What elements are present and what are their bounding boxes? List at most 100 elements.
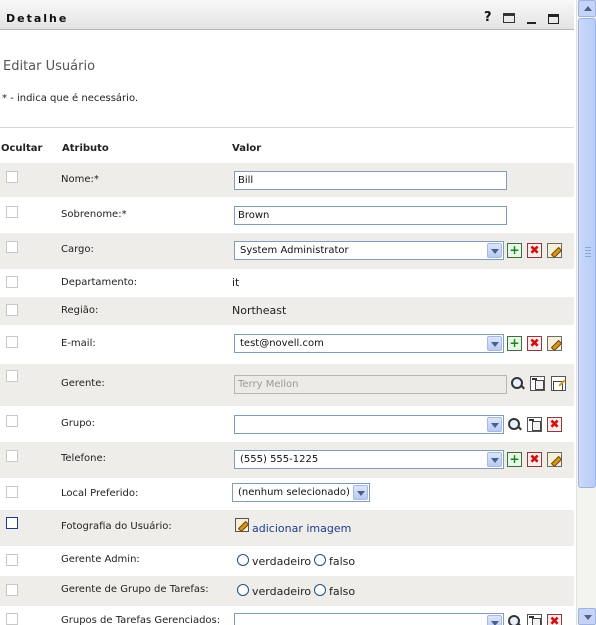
delete-value-icon[interactable]: ✖ [527, 243, 542, 258]
scroll-down-button[interactable] [578, 608, 596, 625]
scroll-up-button[interactable] [578, 0, 596, 17]
hide-checkbox-grupo[interactable] [6, 415, 18, 427]
hide-checkbox-fotografia[interactable] [6, 517, 18, 529]
delete-value-icon[interactable]: ✖ [547, 417, 562, 432]
radio-false-gerente-admin[interactable] [314, 554, 326, 566]
hide-checkbox-gerente-admin[interactable] [6, 554, 18, 566]
print-icon[interactable] [503, 13, 515, 23]
row-gerente-grupo-tarefas: Gerente de Grupo de Tarefas: verdadeiro … [0, 576, 574, 606]
edit-value-icon[interactable] [547, 243, 562, 258]
edit-value-icon[interactable] [547, 336, 562, 351]
maximize-icon[interactable] [548, 14, 559, 24]
row-gerente-admin: Gerente Admin: verdadeiro falso [0, 546, 574, 576]
hide-checkbox-gerente[interactable] [6, 370, 18, 382]
email-select[interactable]: test@novell.com [234, 334, 504, 353]
row-grupo: Grupo: ✖ [0, 406, 574, 442]
regiao-value: Northeast [232, 304, 287, 317]
chevron-down-icon[interactable] [487, 417, 502, 432]
local-preferido-select[interactable]: (nenhum selecionado) [232, 483, 370, 502]
attr-label-grupo: Grupo: [61, 418, 96, 429]
chevron-down-icon[interactable] [487, 243, 502, 258]
attr-label-regiao: Região: [61, 305, 99, 316]
telefone-select-value: (555) 555-1225 [240, 454, 319, 465]
row-telefone: Telefone: (555) 555-1225 + ✖ [0, 442, 574, 478]
attr-label-cargo: Cargo: [61, 244, 94, 255]
edit-value-icon[interactable] [547, 452, 562, 467]
row-fotografia: Fotografia do Usuário: adicionar imagem [0, 510, 574, 546]
add-value-icon[interactable]: + [507, 452, 522, 467]
attr-label-gerente-grupo-tarefas: Gerente de Grupo de Tarefas: [61, 584, 209, 595]
attr-label-email: E-mail: [61, 338, 96, 349]
radio-label-true: verdadeiro [252, 555, 312, 568]
cargo-select[interactable]: System Administrator [234, 241, 504, 260]
vertical-scrollbar[interactable] [576, 0, 596, 625]
hide-checkbox-telefone[interactable] [6, 450, 18, 462]
row-email: E-mail: test@novell.com + ✖ [0, 325, 574, 364]
hide-checkbox-nome[interactable] [6, 171, 18, 183]
chevron-down-icon[interactable] [353, 485, 368, 500]
attr-label-grupos-tarefas: Grupos de Tarefas Gerenciados: [61, 615, 221, 625]
attr-label-local-preferido: Local Preferido: [61, 488, 139, 499]
attr-label-gerente: Gerente: [61, 378, 105, 389]
hide-checkbox-email[interactable] [6, 336, 18, 348]
search-icon[interactable] [507, 614, 522, 625]
chevron-down-icon[interactable] [487, 336, 502, 351]
hide-checkbox-cargo[interactable] [6, 241, 18, 253]
delete-value-icon[interactable]: ✖ [527, 336, 542, 351]
gerente-input: Terry Mellon [234, 375, 507, 394]
radio-label-false: falso [329, 585, 356, 598]
add-value-icon[interactable]: + [507, 243, 522, 258]
grupos-tarefas-select[interactable] [234, 613, 504, 625]
chevron-down-icon[interactable] [487, 452, 502, 467]
column-header-attribute: Atributo [62, 143, 109, 154]
row-local-preferido: Local Preferido: (nenhum selecionado) [0, 478, 574, 510]
edit-image-icon[interactable] [235, 518, 249, 532]
hide-checkbox-gerente-grupo-tarefas[interactable] [6, 584, 18, 596]
departamento-value: it [232, 276, 240, 289]
page-title: Editar Usuário [3, 59, 96, 74]
search-icon[interactable] [507, 417, 522, 432]
attr-label-departamento: Departamento: [61, 277, 138, 288]
hide-checkbox-departamento[interactable] [6, 276, 18, 288]
radio-label-true: verdadeiro [252, 585, 312, 598]
divider [0, 127, 574, 128]
delete-value-icon[interactable]: ✖ [547, 614, 562, 625]
row-sobrenome: Sobrenome:* Brown [0, 197, 574, 233]
row-nome: Nome:* Bill [0, 163, 574, 197]
hide-checkbox-regiao[interactable] [6, 304, 18, 316]
radio-true-gerente-admin[interactable] [237, 554, 249, 566]
required-note: * - indica que é necessário. [2, 93, 139, 104]
cargo-select-value: System Administrator [240, 245, 349, 256]
row-regiao: Região: Northeast [0, 297, 574, 325]
radio-false-gerente-grupo-tarefas[interactable] [314, 584, 326, 596]
grupo-select[interactable] [234, 415, 504, 434]
minimize-icon[interactable] [527, 22, 536, 24]
chevron-down-icon[interactable] [487, 615, 502, 625]
nome-input[interactable]: Bill [234, 171, 507, 190]
email-select-value: test@novell.com [240, 338, 324, 349]
history-icon[interactable] [530, 376, 545, 391]
delete-value-icon[interactable]: ✖ [527, 452, 542, 467]
attr-label-nome: Nome:* [61, 174, 99, 185]
column-header-hide: Ocultar [1, 143, 43, 154]
edit-list-icon[interactable] [551, 376, 566, 391]
hide-checkbox-local-preferido[interactable] [6, 486, 18, 498]
row-departamento: Departamento: it [0, 269, 574, 297]
radio-label-false: falso [329, 555, 356, 568]
radio-true-gerente-grupo-tarefas[interactable] [237, 584, 249, 596]
row-grupos-tarefas: Grupos de Tarefas Gerenciados: ✖ [0, 606, 574, 625]
attr-label-telefone: Telefone: [61, 453, 106, 464]
scroll-thumb[interactable] [578, 18, 596, 488]
hide-checkbox-grupos-tarefas[interactable] [6, 613, 18, 625]
attr-label-fotografia: Fotografia do Usuário: [61, 521, 172, 532]
hide-checkbox-sobrenome[interactable] [6, 206, 18, 218]
portlet-titlebar: Detalhe ? [0, 0, 574, 30]
sobrenome-input[interactable]: Brown [234, 206, 507, 225]
add-image-link[interactable]: adicionar imagem [252, 522, 351, 535]
history-icon[interactable] [527, 614, 542, 625]
add-value-icon[interactable]: + [507, 336, 522, 351]
history-icon[interactable] [527, 417, 542, 432]
search-icon[interactable] [510, 376, 525, 391]
help-icon[interactable]: ? [484, 11, 492, 24]
telefone-select[interactable]: (555) 555-1225 [234, 450, 504, 469]
